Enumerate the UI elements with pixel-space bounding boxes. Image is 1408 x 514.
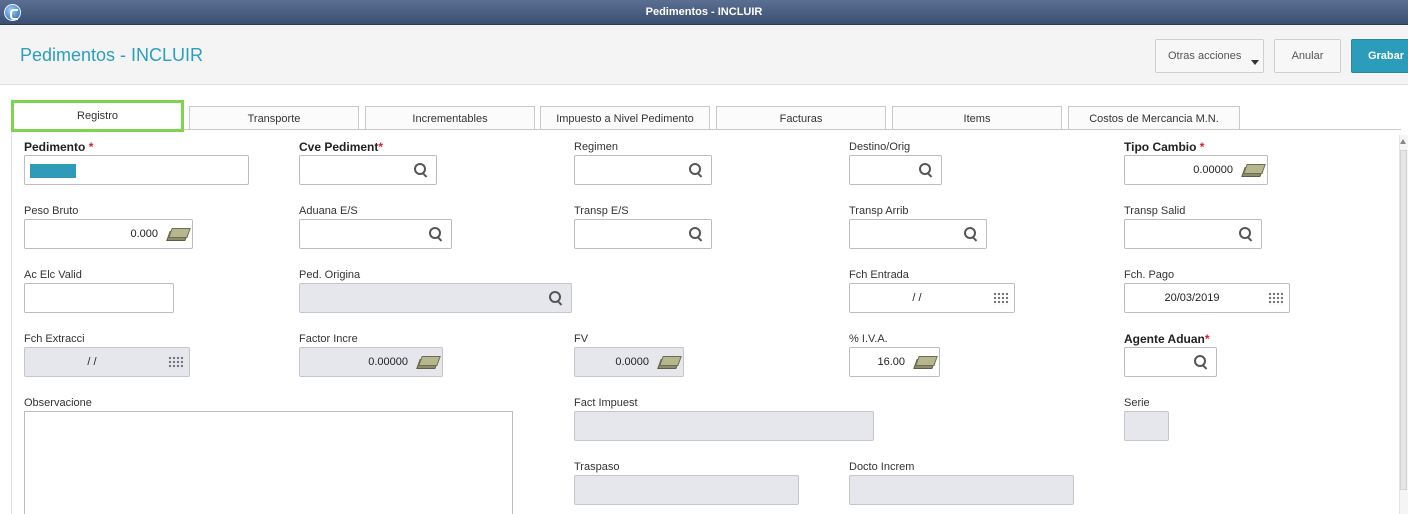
fact-impuest-input[interactable]: [574, 411, 874, 441]
tab-facturas[interactable]: Facturas: [716, 106, 886, 130]
fch-entrada-input[interactable]: / /: [849, 283, 1015, 313]
fch-pago-value: 20/03/2019: [1164, 292, 1220, 304]
factor-incre-value: 0.00000: [368, 356, 408, 368]
calculator-money-icon[interactable]: [418, 355, 437, 369]
regimen-label: Regimen: [574, 141, 619, 153]
calculator-money-icon[interactable]: [659, 355, 678, 369]
calendar-icon[interactable]: [168, 356, 183, 369]
search-icon[interactable]: [962, 226, 980, 244]
fv-value: 0.0000: [615, 356, 649, 368]
calculator-money-icon[interactable]: [168, 227, 187, 241]
search-icon[interactable]: [412, 162, 430, 180]
regimen-input[interactable]: [574, 155, 712, 185]
page-header: Pedimentos - INCLUIR Otras acciones Anul…: [0, 25, 1408, 85]
window-title: Pedimentos - INCLUIR: [645, 6, 763, 18]
serie-input[interactable]: [1124, 411, 1169, 441]
iva-label: % I.V.A.: [849, 333, 888, 345]
tipo-cambio-value: 0.00000: [1193, 164, 1233, 176]
search-icon[interactable]: [547, 290, 565, 308]
transp-arrib-input[interactable]: [849, 219, 987, 249]
iva-input[interactable]: 16.00: [849, 347, 940, 377]
traspaso-label: Traspaso: [574, 461, 620, 473]
fch-pago-label: Fch. Pago: [1124, 269, 1175, 281]
search-icon[interactable]: [1192, 354, 1210, 372]
scroll-up-icon[interactable]: [1400, 139, 1406, 144]
otras-acciones-label: Otras acciones: [1168, 50, 1242, 62]
cve-pediment-input[interactable]: [299, 155, 437, 185]
tab-impuesto-nivel-pedimento[interactable]: Impuesto a Nivel Pedimento: [540, 106, 710, 130]
calendar-icon[interactable]: [1268, 292, 1283, 305]
fact-impuest-label: Fact Impuest: [574, 397, 638, 409]
calendar-icon[interactable]: [993, 292, 1008, 305]
tab-bar: Registro Transporte Incrementables Impue…: [0, 85, 1408, 132]
otras-acciones-button[interactable]: Otras acciones: [1155, 39, 1264, 73]
tab-costos-mercancia[interactable]: Costos de Mercancia M.N.: [1068, 106, 1240, 130]
traspaso-input[interactable]: [574, 475, 799, 505]
ac-elc-valid-input[interactable]: [24, 283, 174, 313]
ac-elc-valid-label: Ac Elc Valid: [24, 269, 82, 281]
fch-extracci-label: Fch Extracci: [24, 333, 85, 345]
tipo-cambio-input[interactable]: 0.00000: [1124, 155, 1268, 185]
tab-incrementables[interactable]: Incrementables: [365, 106, 535, 130]
factor-incre-input[interactable]: 0.00000: [299, 347, 443, 377]
agente-aduan-input[interactable]: [1124, 347, 1217, 377]
search-icon[interactable]: [917, 162, 935, 180]
agente-aduan-label: Agente Aduan*: [1124, 332, 1210, 346]
calculator-money-icon[interactable]: [1243, 163, 1262, 177]
tab-transporte[interactable]: Transporte: [189, 106, 359, 130]
ped-origina-label: Ped. Origina: [299, 269, 361, 281]
search-icon[interactable]: [687, 226, 705, 244]
fch-entrada-label: Fch Entrada: [849, 269, 909, 281]
peso-bruto-label: Peso Bruto: [24, 205, 79, 217]
peso-bruto-input[interactable]: 0.000: [24, 219, 193, 249]
tab-items[interactable]: Items: [892, 106, 1062, 130]
docto-increm-input[interactable]: [849, 475, 1074, 505]
transp-arrib-label: Transp Arrib: [849, 205, 909, 217]
peso-bruto-value: 0.000: [130, 228, 158, 240]
page-title: Pedimentos - INCLUIR: [20, 45, 204, 65]
fch-extracci-value: / /: [87, 356, 97, 368]
calculator-money-icon[interactable]: [915, 355, 934, 369]
iva-value: 16.00: [877, 356, 905, 368]
transp-es-label: Transp E/S: [574, 205, 629, 217]
scrollbar-thumb[interactable]: [1400, 150, 1407, 490]
pedimento-selection: [30, 164, 76, 178]
cve-pediment-label: Cve Pediment*: [299, 140, 384, 154]
caret-down-icon: [1251, 60, 1259, 65]
tipo-cambio-label: Tipo Cambio *: [1124, 140, 1205, 154]
observacione-textarea[interactable]: [24, 411, 513, 514]
ped-origina-input[interactable]: [299, 283, 572, 313]
observacione-label: Observacione: [24, 397, 92, 409]
pedimento-label: Pedimento *: [24, 140, 94, 154]
search-icon[interactable]: [687, 162, 705, 180]
pedimento-input[interactable]: [24, 155, 249, 185]
fv-input[interactable]: 0.0000: [574, 347, 684, 377]
transp-salid-label: Transp Salid: [1124, 205, 1186, 217]
fch-extracci-input[interactable]: / /: [24, 347, 190, 377]
factor-incre-label: Factor Incre: [299, 333, 358, 345]
transp-salid-input[interactable]: [1124, 219, 1262, 249]
aduana-es-input[interactable]: [299, 219, 452, 249]
transp-es-input[interactable]: [574, 219, 712, 249]
search-icon[interactable]: [427, 226, 445, 244]
aduana-es-label: Aduana E/S: [299, 205, 358, 217]
app-logo-icon: [4, 4, 21, 21]
serie-label: Serie: [1124, 397, 1150, 409]
window-titlebar: Pedimentos - INCLUIR: [0, 0, 1408, 25]
fv-label: FV: [574, 333, 589, 345]
tab-registro[interactable]: Registro: [11, 100, 184, 132]
docto-increm-label: Docto Increm: [849, 461, 915, 473]
fch-entrada-value: / /: [912, 292, 922, 304]
search-icon[interactable]: [1237, 226, 1255, 244]
destino-orig-input[interactable]: [849, 155, 942, 185]
fch-pago-input[interactable]: 20/03/2019: [1124, 283, 1290, 313]
grabar-button[interactable]: Grabar: [1351, 39, 1408, 73]
anular-button[interactable]: Anular: [1274, 39, 1341, 73]
destino-orig-label: Destino/Orig: [849, 141, 911, 153]
